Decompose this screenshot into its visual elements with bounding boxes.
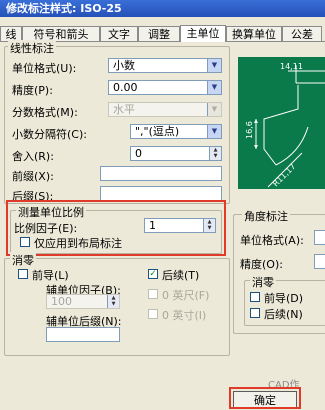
tab-fit[interactable]: 调整 [138,26,180,41]
angular-group-title: 角度标注 [242,208,290,224]
trailing-zero-label: 后续(T) [162,269,200,282]
zero-inch-checkbox[interactable] [148,309,158,319]
angular-precision-label: 精度(O): [240,258,283,271]
zero-suppression-title: 消零 [10,252,36,268]
unit-format-label: 单位格式(U): [12,62,77,75]
angular-unit-format-label: 单位格式(A): [240,234,304,247]
chevron-down-icon[interactable]: ▼ [207,59,221,72]
unit-format-select[interactable]: 小数 ▼ [108,58,222,73]
suffix-input[interactable] [100,186,222,201]
fraction-format-value: 水平 [113,103,135,116]
precision-select[interactable]: 0.00 ▼ [108,80,222,95]
angular-zero-title: 消零 [250,274,276,290]
angular-leading-checkbox[interactable] [250,292,260,302]
angular-trailing-checkbox[interactable] [250,308,260,318]
angular-precision-select[interactable] [314,254,325,269]
preview-dim-2: 16,6 [245,121,254,139]
decimal-separator-label: 小数分隔符(C): [12,128,87,141]
precision-label: 精度(P): [12,84,53,97]
check-icon: ✓ [149,269,157,279]
chevron-down-icon[interactable]: ▼ [207,81,221,94]
preview-dim-3: R11,17 [271,162,297,188]
linear-group-title: 线性标注 [8,40,56,56]
angular-trailing-label: 后续(N) [264,308,303,321]
trailing-zero-checkbox[interactable]: ✓ [148,269,158,279]
tab-text[interactable]: 文字 [100,26,138,41]
leading-zero-checkbox[interactable] [18,269,28,279]
tab-alternate-units[interactable]: 换算单位 [226,26,282,41]
prefix-label: 前缀(X): [12,170,54,183]
highlight-ok-box [229,387,301,409]
sub-unit-factor-value: 100 [51,295,72,308]
chevron-down-icon[interactable]: ▼ [207,103,221,116]
sub-unit-suffix-input[interactable] [46,327,120,342]
round-off-label: 舍入(R): [12,150,54,163]
spinner-icon[interactable]: ▲ ▼ [209,147,221,160]
angular-leading-label: 前导(D) [264,292,304,305]
leading-zero-label: 前导(L) [32,269,69,282]
angular-unit-format-select[interactable] [314,230,325,245]
preview-drawing: 14,11 16,6 R11,17 [245,62,325,188]
fraction-format-select[interactable]: 水平 ▼ [108,102,222,117]
tab-tolerances[interactable]: 公差 [282,26,322,41]
highlight-scale-box [6,200,226,256]
round-off-value: 0 [135,147,142,160]
tab-primary-units[interactable]: 主单位 [180,25,226,42]
tab-symbols-arrows[interactable]: 符号和箭头 [22,26,100,41]
prefix-input[interactable] [100,166,222,181]
round-off-input[interactable]: 0 ▲ ▼ [130,146,222,161]
unit-format-value: 小数 [113,59,135,72]
precision-value: 0.00 [113,81,138,94]
dimension-preview: 14,11 16,6 R11,17 [238,57,325,189]
window-title: 修改标注样式: ISO-25 [0,0,325,17]
zero-feet-checkbox[interactable] [148,289,158,299]
zero-inch-label: 0 英寸(I) [162,309,207,322]
preview-dim-1: 14,11 [280,62,303,71]
decimal-separator-value: ","(逗点) [135,125,180,138]
tab-lines[interactable]: 线 [0,26,22,41]
fraction-format-label: 分数格式(M): [12,106,78,119]
zero-feet-label: 0 英尺(F) [162,289,210,302]
decimal-separator-select[interactable]: ","(逗点) ▼ [130,124,222,139]
spinner-icon[interactable]: ▲ ▼ [107,295,119,308]
sub-unit-factor-input[interactable]: 100 ▲ ▼ [46,294,120,309]
chevron-down-icon[interactable]: ▼ [207,125,221,138]
